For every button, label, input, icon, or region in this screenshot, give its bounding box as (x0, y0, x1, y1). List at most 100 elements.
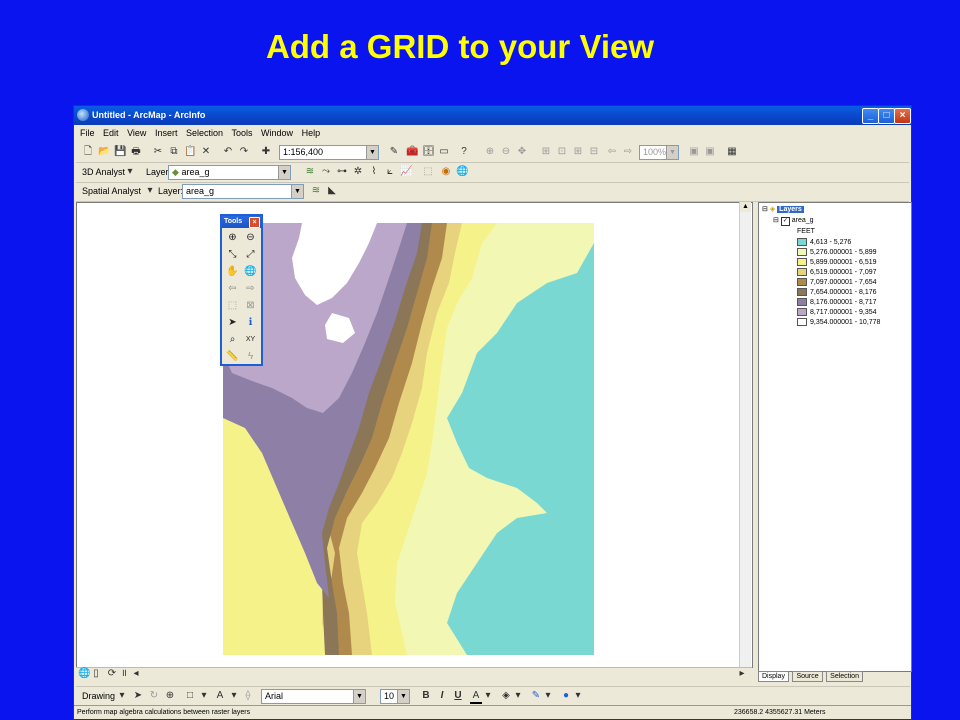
chevron-down-icon[interactable]: ▼ (366, 146, 378, 159)
data-view-icon[interactable]: 🌐 (78, 668, 90, 680)
find-binoculars-icon[interactable]: ⌕ (226, 333, 239, 346)
legend-swatch[interactable] (797, 308, 807, 317)
legend-class-row[interactable]: 8,717.000001 - 9,354 (797, 308, 877, 318)
minimize-button[interactable]: _ (862, 108, 879, 124)
layout-pan-icon[interactable]: ✥ (516, 146, 528, 158)
dropdown-arrow-icon[interactable]: ▾ (542, 690, 554, 702)
toggle-draft-icon[interactable]: ▣ (688, 146, 700, 158)
command-line-icon[interactable]: ▭ (438, 146, 450, 158)
menu-edit[interactable]: Edit (103, 126, 119, 141)
back-extent-icon[interactable]: ⇦ (606, 146, 618, 158)
dropdown-arrow-icon[interactable]: ▾ (144, 185, 156, 197)
fixed-zoom-in-icon[interactable]: ⤡ (226, 248, 239, 261)
tools-close-button[interactable]: × (249, 217, 260, 228)
legend-swatch[interactable] (797, 318, 807, 327)
select-elements-icon[interactable]: ➤ (132, 690, 144, 702)
dropdown-arrow-icon[interactable]: ▾ (198, 690, 210, 702)
create-contours-icon[interactable]: ≋ (304, 166, 316, 178)
map-scale-combo[interactable]: 1:156,400 ▼ (279, 145, 379, 160)
chevron-down-icon[interactable]: ▼ (353, 690, 365, 703)
tab-selection[interactable]: Selection (826, 671, 863, 682)
zoom-100-icon[interactable]: ⊡ (556, 146, 568, 158)
zoom-out-icon[interactable]: ⊖ (244, 231, 257, 244)
new-document-icon[interactable]: 🗋 (82, 146, 94, 158)
legend-swatch[interactable] (797, 248, 807, 257)
menu-view[interactable]: View (127, 126, 146, 141)
pan-icon[interactable]: ✋ (226, 265, 239, 278)
rotate-icon[interactable]: ↻ (148, 690, 160, 702)
legend-swatch[interactable] (797, 258, 807, 267)
print-icon[interactable]: 🖶 (130, 146, 142, 158)
copy-icon[interactable]: ⧉ (168, 146, 180, 158)
clear-selection-icon[interactable]: ⊠ (244, 299, 257, 312)
interpolate-point-icon[interactable]: ✲ (352, 166, 364, 178)
change-layout-icon[interactable]: ▦ (726, 146, 738, 158)
contour-icon[interactable]: ≋ (310, 185, 322, 197)
layout-zoom-in-icon[interactable]: ⊕ (484, 146, 496, 158)
map-vertical-scrollbar[interactable]: ▲ ▼ (739, 202, 751, 678)
font-size-combo[interactable]: 10 ▼ (380, 689, 410, 704)
catalog-icon[interactable]: 🗄 (422, 146, 435, 158)
menu-tools[interactable]: Tools (232, 126, 253, 141)
toc-root[interactable]: ⊟ ◈ Layers (762, 205, 804, 215)
full-extent-icon[interactable]: 🌐 (244, 265, 257, 278)
chevron-down-icon[interactable]: ▼ (278, 166, 290, 179)
legend-class-row[interactable]: 6,519.000001 - 7,097 (797, 268, 877, 278)
tab-display[interactable]: Display (758, 671, 789, 682)
create-profile-graph-icon[interactable]: 📈 (400, 166, 412, 178)
zoom-to-selected-icon[interactable]: ⊕ (164, 690, 176, 702)
arctoolbox-icon[interactable]: 🧰 (406, 146, 418, 158)
identify-icon[interactable]: ℹ (244, 316, 257, 329)
create-line-of-sight-icon[interactable]: ⊶ (336, 166, 348, 178)
go-to-xy-icon[interactable]: XY (244, 333, 257, 346)
legend-swatch[interactable] (797, 288, 807, 297)
fixed-zoom-in-icon[interactable]: ⊞ (572, 146, 584, 158)
map-view[interactable] (76, 202, 753, 668)
chevron-down-icon[interactable]: ▼ (291, 185, 303, 198)
interpolate-polygon-icon[interactable]: ⟀ (384, 166, 396, 178)
visibility-checkbox[interactable]: ✓ (780, 217, 790, 226)
legend-swatch[interactable] (797, 298, 807, 307)
create-steepest-path-icon[interactable]: ⤳ (320, 166, 332, 178)
hyperlink-icon[interactable]: ϟ (244, 350, 257, 363)
legend-class-row[interactable]: 4,613 - 5,276 (797, 238, 851, 248)
layout-zoom-combo[interactable]: 100% ▼ (639, 145, 679, 160)
edit-vertices-icon[interactable]: ⟠ (242, 690, 254, 702)
spatial-analyst-menu[interactable]: Spatial Analyst (82, 186, 141, 196)
select-features-icon[interactable]: ⬚ (226, 299, 239, 312)
italic-button[interactable]: I (436, 690, 448, 702)
legend-class-row[interactable]: 7,654.000001 - 8,176 (797, 288, 877, 298)
forward-arrow-icon[interactable]: ⇨ (244, 282, 257, 295)
window-titlebar[interactable]: Untitled - ArcMap - ArcInfo _ □ × (74, 106, 911, 125)
legend-swatch[interactable] (797, 238, 807, 247)
legend-class-row[interactable]: 7,097.000001 - 7,654 (797, 278, 877, 288)
bold-button[interactable]: B (420, 690, 432, 702)
dropdown-arrow-icon[interactable]: ▾ (482, 690, 494, 702)
line-color-icon[interactable]: ✎ (530, 690, 542, 702)
cut-icon[interactable]: ✂ (152, 146, 164, 158)
toc-layer[interactable]: ⊟ ✓ area_g (773, 216, 814, 226)
fixed-zoom-out-icon[interactable]: ⊟ (588, 146, 600, 158)
3d-layer-combo[interactable]: ◆ area_g ▼ (168, 165, 291, 180)
zoom-in-icon[interactable]: ⊕ (226, 231, 239, 244)
spatial-layer-combo[interactable]: area_g ▼ (182, 184, 304, 199)
rectangle-icon[interactable]: □ (184, 690, 196, 702)
legend-swatch[interactable] (797, 268, 807, 277)
chevron-down-icon[interactable]: ▼ (397, 690, 409, 703)
layout-view-icon[interactable]: ▯ (90, 668, 102, 680)
font-color-icon[interactable]: A (470, 690, 482, 704)
menu-help[interactable]: Help (302, 126, 321, 141)
arcscene-icon[interactable]: ⬚ (422, 166, 434, 178)
focus-data-frame-icon[interactable]: ▣ (704, 146, 716, 158)
tools-title-bar[interactable]: Tools × (222, 216, 261, 228)
back-arrow-icon[interactable]: ⇦ (226, 282, 239, 295)
drawing-menu[interactable]: Drawing (82, 691, 115, 701)
arcscene-launch-icon[interactable]: ◉ (440, 166, 452, 178)
measure-icon[interactable]: 📏 (226, 350, 239, 363)
menu-insert[interactable]: Insert (155, 126, 178, 141)
redo-icon[interactable]: ↷ (238, 146, 250, 158)
fixed-zoom-out-icon[interactable]: ⤢ (244, 248, 257, 261)
legend-class-row[interactable]: 9,354.000001 - 10,778 (797, 318, 880, 328)
maximize-button[interactable]: □ (878, 108, 895, 124)
refresh-icon[interactable]: ⟳ (106, 668, 118, 680)
